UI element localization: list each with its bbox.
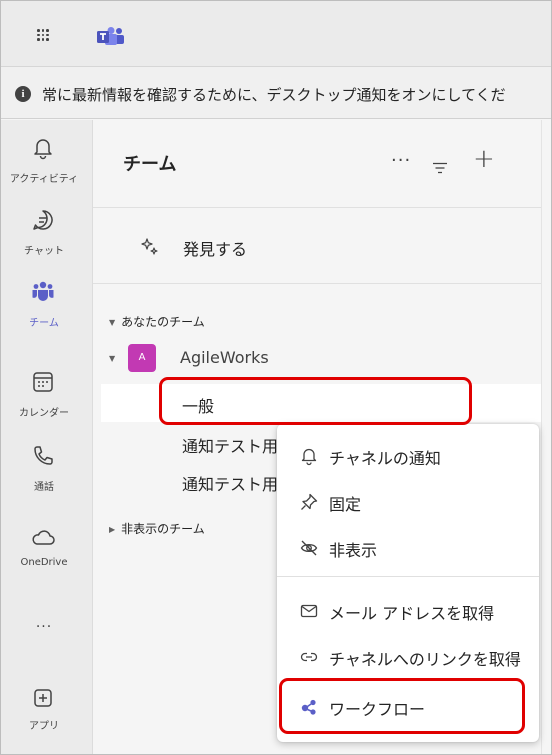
calendar-icon (33, 372, 53, 392)
rail-item-more[interactable]: ... (1, 615, 93, 685)
menu-label: チャネルへのリンクを取得 (329, 650, 521, 669)
mail-icon (300, 604, 318, 618)
more-icon: ... (35, 615, 53, 631)
rail-label: チャット (24, 246, 64, 257)
filter-icon[interactable] (432, 162, 448, 174)
sparkle-icon (141, 238, 158, 255)
app-rail: アクティビティ チャット チーム カレンダー 通話 OneDrive ... ア… (1, 120, 93, 754)
menu-divider (277, 576, 539, 577)
rail-item-chat[interactable]: チャット (1, 206, 93, 276)
caret-right-icon: ▶ (109, 525, 116, 534)
link-icon (300, 652, 318, 662)
apps-icon (34, 689, 52, 707)
menu-item-channel-notifications[interactable]: チャネルの通知 (277, 432, 539, 478)
rail-item-teams[interactable]: チーム (1, 278, 93, 348)
menu-label: 非表示 (329, 541, 378, 560)
rail-label: カレンダー (19, 408, 69, 419)
banner-text: 常に最新情報を確認するために、デスクトップ通知をオンにしてくだ (42, 86, 506, 104)
rail-label: アプリ (29, 721, 59, 732)
highlight-general-channel (159, 377, 472, 425)
section-label: あなたのチーム (121, 315, 205, 329)
pin-icon (301, 493, 318, 510)
chat-icon (33, 210, 53, 230)
teams-window: i 常に最新情報を確認するために、デスクトップ通知をオンにしてくだ アクティビテ… (0, 0, 552, 755)
bell-icon (34, 139, 52, 160)
divider (93, 283, 541, 284)
notification-banner: i 常に最新情報を確認するために、デスクトップ通知をオンにしてくだ (1, 67, 551, 119)
rail-label: 通話 (34, 482, 54, 493)
team-name: AgileWorks (180, 348, 269, 367)
team-avatar: A (128, 344, 156, 372)
page-title: チーム (123, 154, 177, 175)
menu-label: メール アドレスを取得 (329, 604, 495, 623)
phone-icon (34, 446, 53, 465)
app-launcher-icon[interactable] (37, 29, 49, 41)
info-icon: i (15, 86, 31, 102)
menu-item-hide[interactable]: 非表示 (277, 524, 539, 570)
discover-button[interactable]: 発見する (93, 228, 541, 264)
menu-label: 固定 (329, 495, 362, 514)
rail-label: OneDrive (20, 557, 68, 568)
bell-icon (301, 448, 317, 466)
your-teams-section[interactable]: ▼ あなたのチーム (109, 313, 205, 330)
eye-off-icon (300, 540, 318, 556)
menu-item-pin[interactable]: 固定 (277, 478, 539, 524)
caret-down-icon: ▼ (109, 318, 116, 327)
cloud-icon (32, 530, 55, 545)
highlight-workflow-item (279, 678, 525, 734)
teams-logo-icon (97, 27, 124, 45)
rail-item-calendar[interactable]: カレンダー (1, 368, 93, 438)
channel-label: 通知テスト用 (182, 475, 279, 494)
menu-label: チャネルの通知 (329, 449, 441, 468)
rail-item-apps[interactable]: アプリ (1, 684, 93, 754)
teams-icon (32, 281, 54, 301)
section-label: 非表示のチーム (121, 522, 205, 536)
title-bar (1, 1, 551, 67)
more-options-button[interactable]: ··· (391, 150, 411, 171)
channel-label: 通知テスト用 (182, 437, 279, 456)
caret-down-icon: ▼ (109, 354, 116, 363)
menu-item-get-email[interactable]: メール アドレスを取得 (277, 587, 539, 633)
panel-header: チーム ··· + (93, 120, 541, 208)
rail-item-onedrive[interactable]: OneDrive (1, 524, 93, 594)
discover-label: 発見する (183, 240, 248, 259)
rail-item-activity[interactable]: アクティビティ (1, 134, 93, 204)
team-row-agileworks[interactable]: ▼ A AgileWorks (93, 343, 541, 373)
content-edge (541, 120, 551, 754)
rail-label: アクティビティ (9, 174, 79, 185)
add-team-button[interactable]: + (473, 146, 495, 172)
rail-label: チーム (29, 318, 59, 329)
menu-item-get-link[interactable]: チャネルへのリンクを取得 (277, 633, 539, 679)
rail-item-calls[interactable]: 通話 (1, 442, 93, 512)
hidden-teams-section[interactable]: ▶ 非表示のチーム (109, 520, 205, 537)
